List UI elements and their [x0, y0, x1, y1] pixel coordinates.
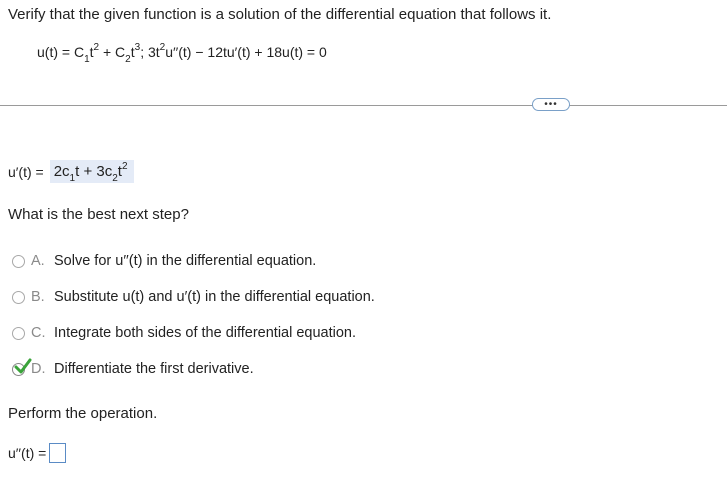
radio-button-selected[interactable]: [12, 358, 32, 376]
first-derivative-row: u′(t) = 2c1t + 3c2t2: [8, 160, 134, 184]
option-text: Solve for u′′(t) in the differential equ…: [54, 253, 317, 269]
more-button[interactable]: •••: [532, 98, 570, 111]
option-b[interactable]: B. Substitute u(t) and u′(t) in the diff…: [12, 289, 375, 305]
option-d[interactable]: D. Differentiate the first derivative.: [12, 358, 254, 377]
eq-part: t: [89, 44, 94, 60]
option-text: Integrate both sides of the differential…: [54, 325, 357, 341]
deriv-subscript: 2: [112, 173, 118, 184]
option-letter: D.: [31, 361, 46, 377]
option-c[interactable]: C. Integrate both sides of the different…: [12, 325, 356, 341]
radio-button[interactable]: [12, 326, 25, 340]
deriv-part: 2c: [53, 163, 70, 180]
eq-subscript: 2: [125, 53, 131, 65]
eq-part: ; 3t: [140, 44, 160, 60]
eq-part: + C: [99, 44, 126, 60]
deriv-exponent: 2: [121, 161, 128, 172]
option-letter: C.: [31, 325, 46, 341]
eq-subscript: 1: [84, 53, 90, 65]
second-derivative-label: u′′(t) =: [8, 445, 47, 461]
radio-button[interactable]: [12, 290, 25, 304]
option-letter: B.: [31, 289, 45, 305]
section-divider: [0, 105, 727, 106]
deriv-part: t + 3c: [75, 163, 113, 180]
second-derivative-row: u′′(t) =: [8, 443, 67, 463]
first-derivative-answer: 2c1t + 3c2t2: [49, 160, 134, 184]
eq-exponent: 2: [159, 42, 166, 54]
option-letter: A.: [31, 253, 45, 269]
checkmark-icon: [14, 358, 32, 373]
deriv-subscript: 1: [69, 173, 76, 184]
eq-part: u(t) = C: [37, 44, 85, 60]
option-text: Substitute u(t) and u′(t) in the differe…: [54, 289, 375, 305]
option-a[interactable]: A. Solve for u′′(t) in the differential …: [12, 253, 316, 269]
problem-equation: u(t) = C1t2 + C2t3; 3t2u′′(t) − 12tu′(t)…: [37, 42, 327, 64]
instruction-text: Verify that the given function is a solu…: [8, 6, 552, 23]
first-derivative-label: u′(t) =: [8, 163, 44, 180]
option-text: Differentiate the first derivative.: [54, 361, 254, 377]
eq-exponent: 2: [93, 42, 100, 54]
radio-button[interactable]: [12, 254, 25, 268]
answer-input[interactable]: [49, 443, 67, 463]
question-text: What is the best next step?: [8, 206, 189, 223]
eq-exponent: 3: [134, 42, 141, 54]
eq-part: u′′(t) − 12tu′(t) + 18u(t) = 0: [165, 44, 327, 60]
perform-instruction: Perform the operation.: [8, 405, 158, 422]
